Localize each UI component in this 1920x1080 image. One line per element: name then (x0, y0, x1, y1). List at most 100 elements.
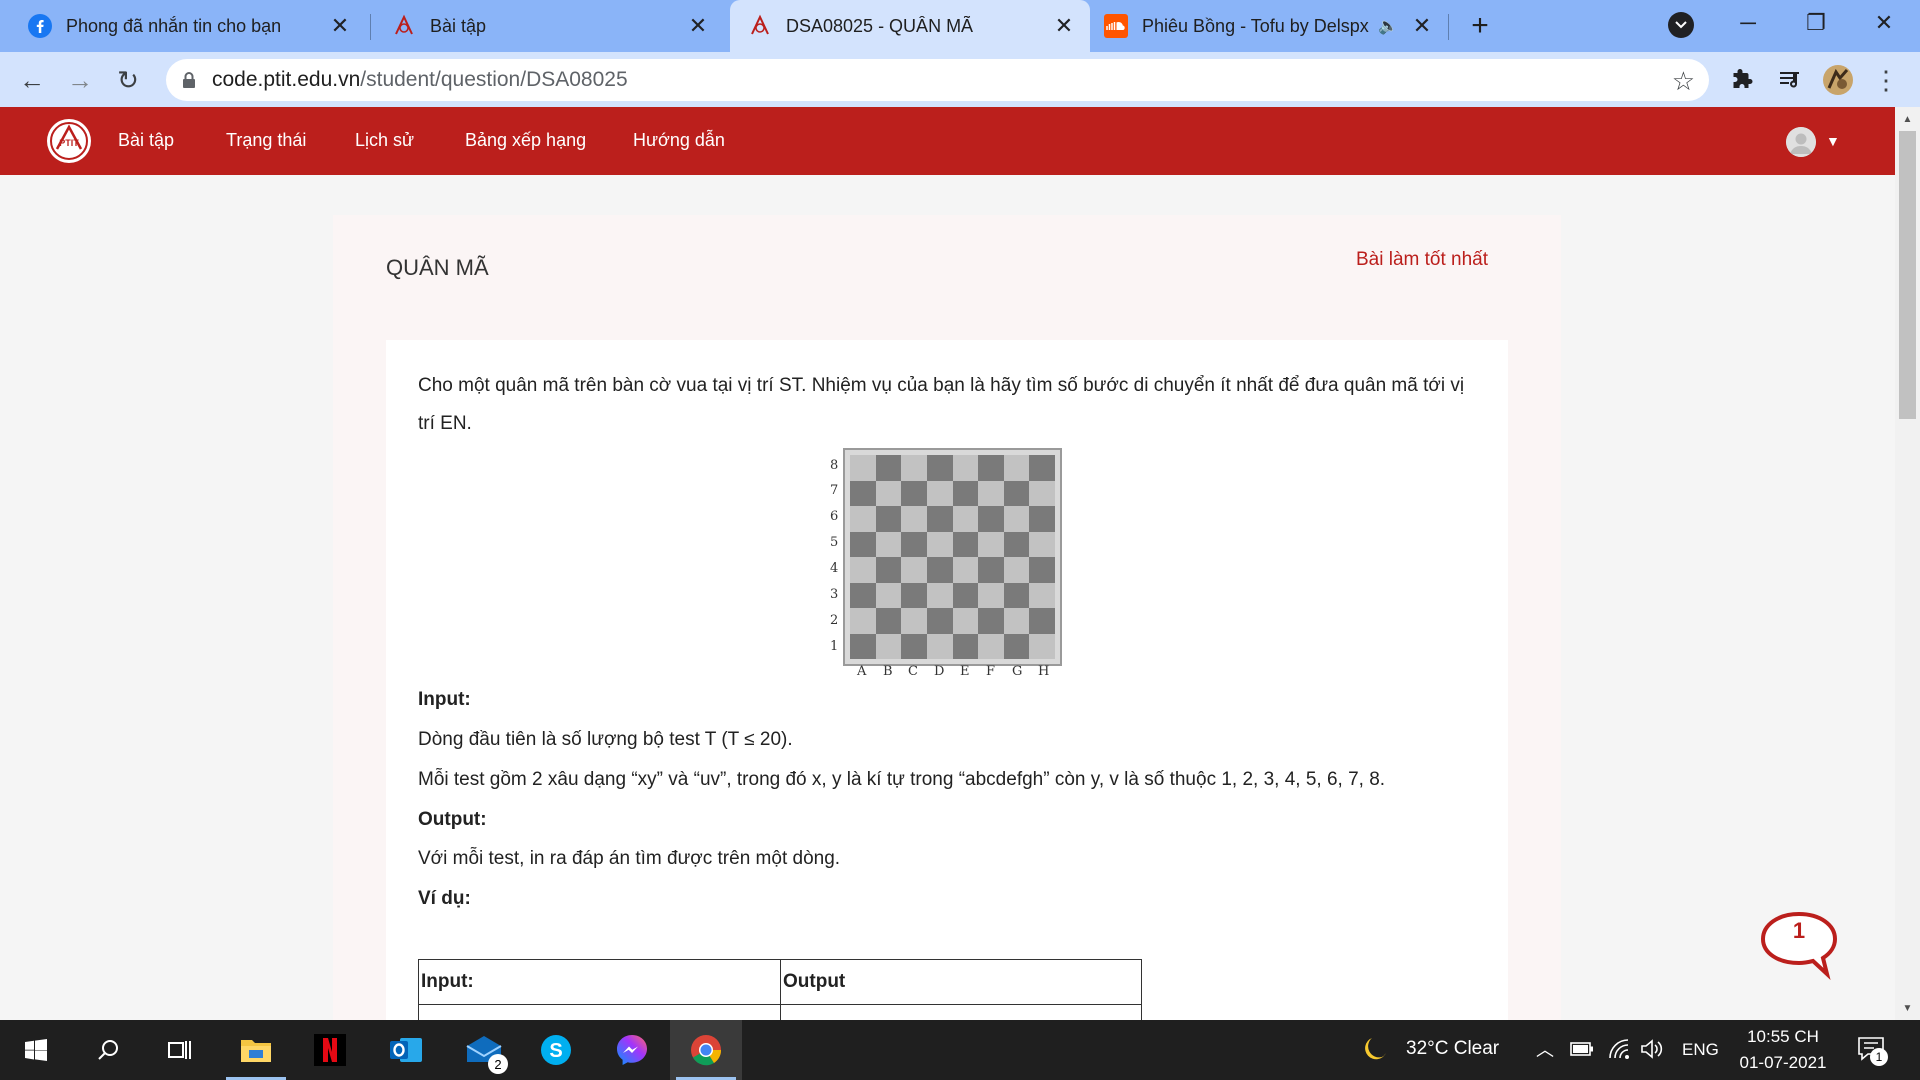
back-icon[interactable]: ← (14, 62, 50, 98)
board-square-h3 (1029, 582, 1055, 608)
ptit-icon (392, 14, 416, 38)
page-scrollbar[interactable]: ▲ ▼ (1895, 107, 1920, 1020)
soundcloud-icon (1104, 14, 1128, 38)
board-square-c1 (901, 633, 927, 659)
page-title: QUÂN MÃ (386, 255, 489, 280)
chrome-menu-icon[interactable]: ⋮ (1868, 62, 1904, 98)
url-domain: code.ptit.edu.vn (212, 68, 361, 91)
best-solution-link[interactable]: Bài làm tốt nhất (1356, 249, 1488, 271)
chrome-icon[interactable] (670, 1020, 742, 1080)
output-heading: Output: (418, 809, 487, 830)
board-square-b1 (875, 633, 902, 659)
minimize-icon[interactable]: ─ (1728, 8, 1768, 38)
battery-icon[interactable] (1570, 1040, 1594, 1063)
table-header-output: Output (780, 959, 1142, 1005)
facebook-icon (28, 14, 52, 38)
file-explorer-icon[interactable] (220, 1020, 292, 1080)
board-square-d5 (926, 531, 953, 557)
board-square-b4 (875, 557, 902, 583)
board-square-f7 (978, 480, 1004, 506)
tab-soundcloud[interactable]: Phiêu Bồng - Tofu by Delspx 🔈 ✕ (1092, 0, 1448, 52)
board-square-b7 (875, 480, 902, 506)
board-square-c8 (901, 455, 927, 481)
board-square-h2 (1029, 608, 1055, 634)
tab-bai-tap[interactable]: Bài tập ✕ (374, 0, 724, 52)
close-window-icon[interactable]: ✕ (1864, 8, 1904, 38)
skype-icon[interactable]: S (520, 1020, 592, 1080)
nav-lich-su[interactable]: Lịch sử (355, 130, 414, 151)
board-square-a6 (850, 506, 876, 532)
netflix-icon[interactable] (294, 1020, 366, 1080)
messenger-icon[interactable] (596, 1020, 668, 1080)
input-heading: Input: (418, 689, 471, 710)
example-heading: Ví dụ: (418, 888, 471, 909)
close-icon[interactable]: ✕ (1408, 12, 1436, 40)
task-view-icon[interactable] (144, 1020, 216, 1080)
weather-moon-icon[interactable] (1362, 1035, 1390, 1068)
board-square-h8 (1029, 455, 1055, 481)
board-square-a8 (850, 455, 876, 481)
speaker-icon[interactable]: 🔈 (1378, 16, 1398, 36)
board-square-e5 (952, 531, 979, 557)
media-control-icon[interactable] (1772, 62, 1808, 98)
close-icon[interactable]: ✕ (1050, 12, 1078, 40)
clock-time: 10:55 CH (1747, 1027, 1819, 1046)
file-label: C (908, 664, 918, 679)
board-square-h1 (1029, 633, 1055, 659)
board-square-d4 (926, 557, 953, 583)
volume-icon[interactable] (1640, 1038, 1664, 1065)
nav-bai-tap[interactable]: Bài tập (118, 130, 174, 151)
extensions-icon[interactable] (1724, 62, 1760, 98)
tab-title: Phong đã nhắn tin cho bạn (66, 15, 282, 36)
tab-search-icon[interactable] (1668, 12, 1694, 38)
windows-taskbar: 2 S 32°C Clear ︿ ENG 10:55 CH 01-07-2021… (0, 1020, 1920, 1080)
tab-facebook[interactable]: Phong đã nhắn tin cho bạn ✕ (0, 0, 366, 52)
language-indicator[interactable]: ENG (1682, 1040, 1719, 1060)
ptit-logo[interactable]: PTIT (47, 119, 91, 163)
notification-icon[interactable]: 1 (1856, 1034, 1888, 1066)
scroll-up-icon[interactable]: ▲ (1895, 109, 1920, 129)
reload-icon[interactable]: ↻ (110, 62, 146, 98)
forward-icon[interactable]: → (62, 62, 98, 98)
nav-huong-dan[interactable]: Hướng dẫn (633, 130, 725, 151)
profile-avatar[interactable] (1820, 62, 1856, 98)
address-bar[interactable]: code.ptit.edu.vn/student/question/DSA080… (166, 59, 1709, 101)
nav-bang-xep-hang[interactable]: Bảng xếp hạng (465, 130, 586, 151)
mail-icon[interactable]: 2 (448, 1020, 520, 1080)
chat-bubble-icon[interactable]: 1 (1760, 910, 1838, 981)
rank-label: 4 (830, 561, 839, 576)
output-description: Với mỗi test, in ra đáp án tìm được trên… (418, 848, 841, 869)
board-square-b5 (875, 531, 902, 557)
tab-dsa08025[interactable]: DSA08025 - QUÂN MÃ ✕ (730, 0, 1090, 52)
rank-label: 2 (830, 613, 839, 628)
board-square-d8 (926, 455, 953, 481)
bookmark-star-icon[interactable]: ☆ (1672, 66, 1695, 97)
windows-start-icon[interactable] (0, 1020, 72, 1080)
file-label: G (1012, 664, 1023, 679)
outlook-icon[interactable] (370, 1020, 442, 1080)
board-square-g6 (1003, 506, 1030, 532)
board-square-e4 (952, 557, 979, 583)
weather-text[interactable]: 32°C Clear (1406, 1038, 1499, 1060)
chessboard-image (843, 448, 1062, 666)
input-description: Mỗi test gồm 2 xâu dạng “xy” và “uv”, tr… (418, 769, 1386, 790)
close-icon[interactable]: ✕ (326, 12, 354, 40)
chevron-up-icon[interactable]: ︿ (1536, 1036, 1554, 1062)
scroll-down-icon[interactable]: ▼ (1895, 998, 1920, 1018)
chevron-down-icon[interactable]: ▼ (1826, 133, 1840, 149)
scrollbar-thumb[interactable] (1899, 131, 1916, 419)
board-square-e8 (952, 455, 979, 481)
board-square-c5 (901, 531, 927, 557)
close-icon[interactable]: ✕ (684, 12, 712, 40)
rank-label: 7 (830, 483, 839, 498)
restore-icon[interactable]: ❐ (1796, 8, 1836, 38)
board-square-c4 (901, 557, 927, 583)
clock[interactable]: 10:55 CH 01-07-2021 (1734, 1024, 1832, 1076)
user-avatar[interactable] (1786, 127, 1816, 157)
search-icon[interactable] (72, 1020, 144, 1080)
new-tab-button[interactable]: + (1464, 9, 1496, 42)
input-description: Dòng đầu tiên là số lượng bộ test T (T ≤… (418, 729, 793, 750)
wifi-icon[interactable] (1608, 1038, 1630, 1065)
nav-trang-thai[interactable]: Trạng thái (226, 130, 306, 151)
board-square-g8 (1003, 455, 1030, 481)
